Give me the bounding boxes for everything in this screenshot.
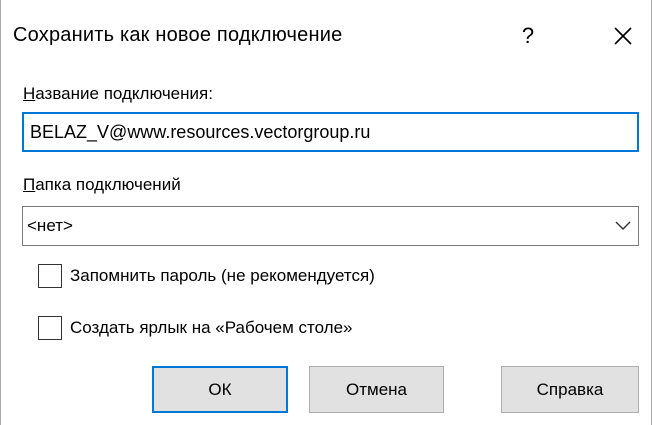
remember-password-option[interactable]: Запомнить пароль (не рекомендуется) (38, 264, 375, 288)
desktop-shortcut-checkbox[interactable] (38, 316, 62, 340)
help-button[interactable]: Справка (501, 366, 639, 413)
title-bar: Сохранить как новое подключение ? (1, 0, 651, 80)
connection-folder-value: <нет> (27, 216, 73, 235)
connection-name-label-mnemonic: Н (23, 84, 36, 103)
connection-name-input[interactable] (22, 112, 639, 152)
help-icon: ? (521, 23, 535, 48)
connection-folder-select[interactable]: <нет> (22, 206, 639, 246)
save-connection-dialog: Сохранить как новое подключение ? Назван… (0, 0, 652, 425)
chevron-down-icon[interactable] (608, 207, 638, 245)
desktop-shortcut-label: Создать ярлык на «Рабочем столе» (70, 318, 353, 337)
ok-button[interactable]: ОК (152, 366, 288, 413)
close-button[interactable] (598, 14, 648, 58)
connection-name-label: Название подключения: (23, 84, 213, 104)
close-icon (614, 27, 632, 45)
connection-folder-label: Папка подключений (23, 175, 181, 195)
remember-password-checkbox[interactable] (38, 264, 62, 288)
dialog-title: Сохранить как новое подключение (13, 24, 343, 46)
cancel-button[interactable]: Отмена (309, 366, 444, 413)
connection-name-label-text: азвание подключения: (35, 84, 213, 103)
connection-folder-label-text: апка подключений (35, 175, 181, 194)
help-button-titlebar[interactable]: ? (503, 14, 553, 58)
desktop-shortcut-option[interactable]: Создать ярлык на «Рабочем столе» (38, 316, 353, 340)
connection-folder-label-mnemonic: П (23, 175, 36, 194)
remember-password-label: Запомнить пароль (не рекомендуется) (70, 266, 375, 285)
